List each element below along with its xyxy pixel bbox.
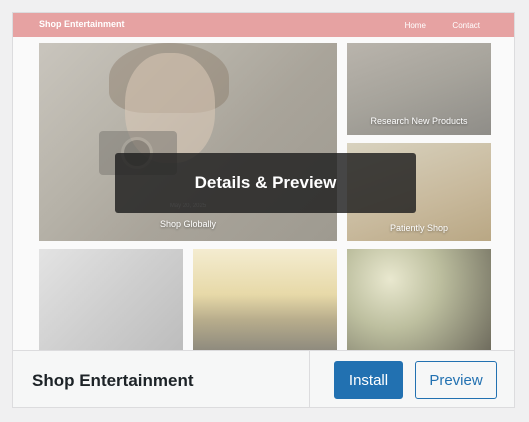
theme-card: Shop Entertainment Home Contact May 20, … [12, 12, 515, 408]
theme-name: Shop Entertainment [32, 371, 194, 390]
theme-preview-nav-contact: Contact [452, 21, 480, 30]
preview-tile-research: Research New Products [347, 43, 491, 135]
preview-tile-caption: Patiently Shop [389, 223, 449, 233]
theme-card-footer: Shop Entertainment Install Preview [13, 350, 514, 407]
preview-tile-sunset [193, 249, 337, 350]
theme-preview-nav-home: Home [404, 21, 426, 30]
theme-preview-header: Shop Entertainment Home Contact [13, 13, 514, 37]
preview-tile-laptop [39, 249, 183, 350]
preview-tile-caption: Shop Globally [159, 219, 217, 229]
preview-tile-musician [347, 249, 491, 350]
preview-tile-caption: Research New Products [370, 116, 468, 126]
preview-button[interactable]: Preview [415, 361, 497, 399]
theme-preview-nav: Home Contact [381, 20, 480, 30]
theme-preview-logo: Shop Entertainment [39, 19, 125, 29]
details-preview-overlay[interactable]: Details & Preview [115, 153, 416, 213]
theme-screenshot[interactable]: Shop Entertainment Home Contact May 20, … [13, 13, 514, 350]
install-button[interactable]: Install [334, 361, 403, 399]
theme-actions: Install Preview [309, 351, 514, 407]
